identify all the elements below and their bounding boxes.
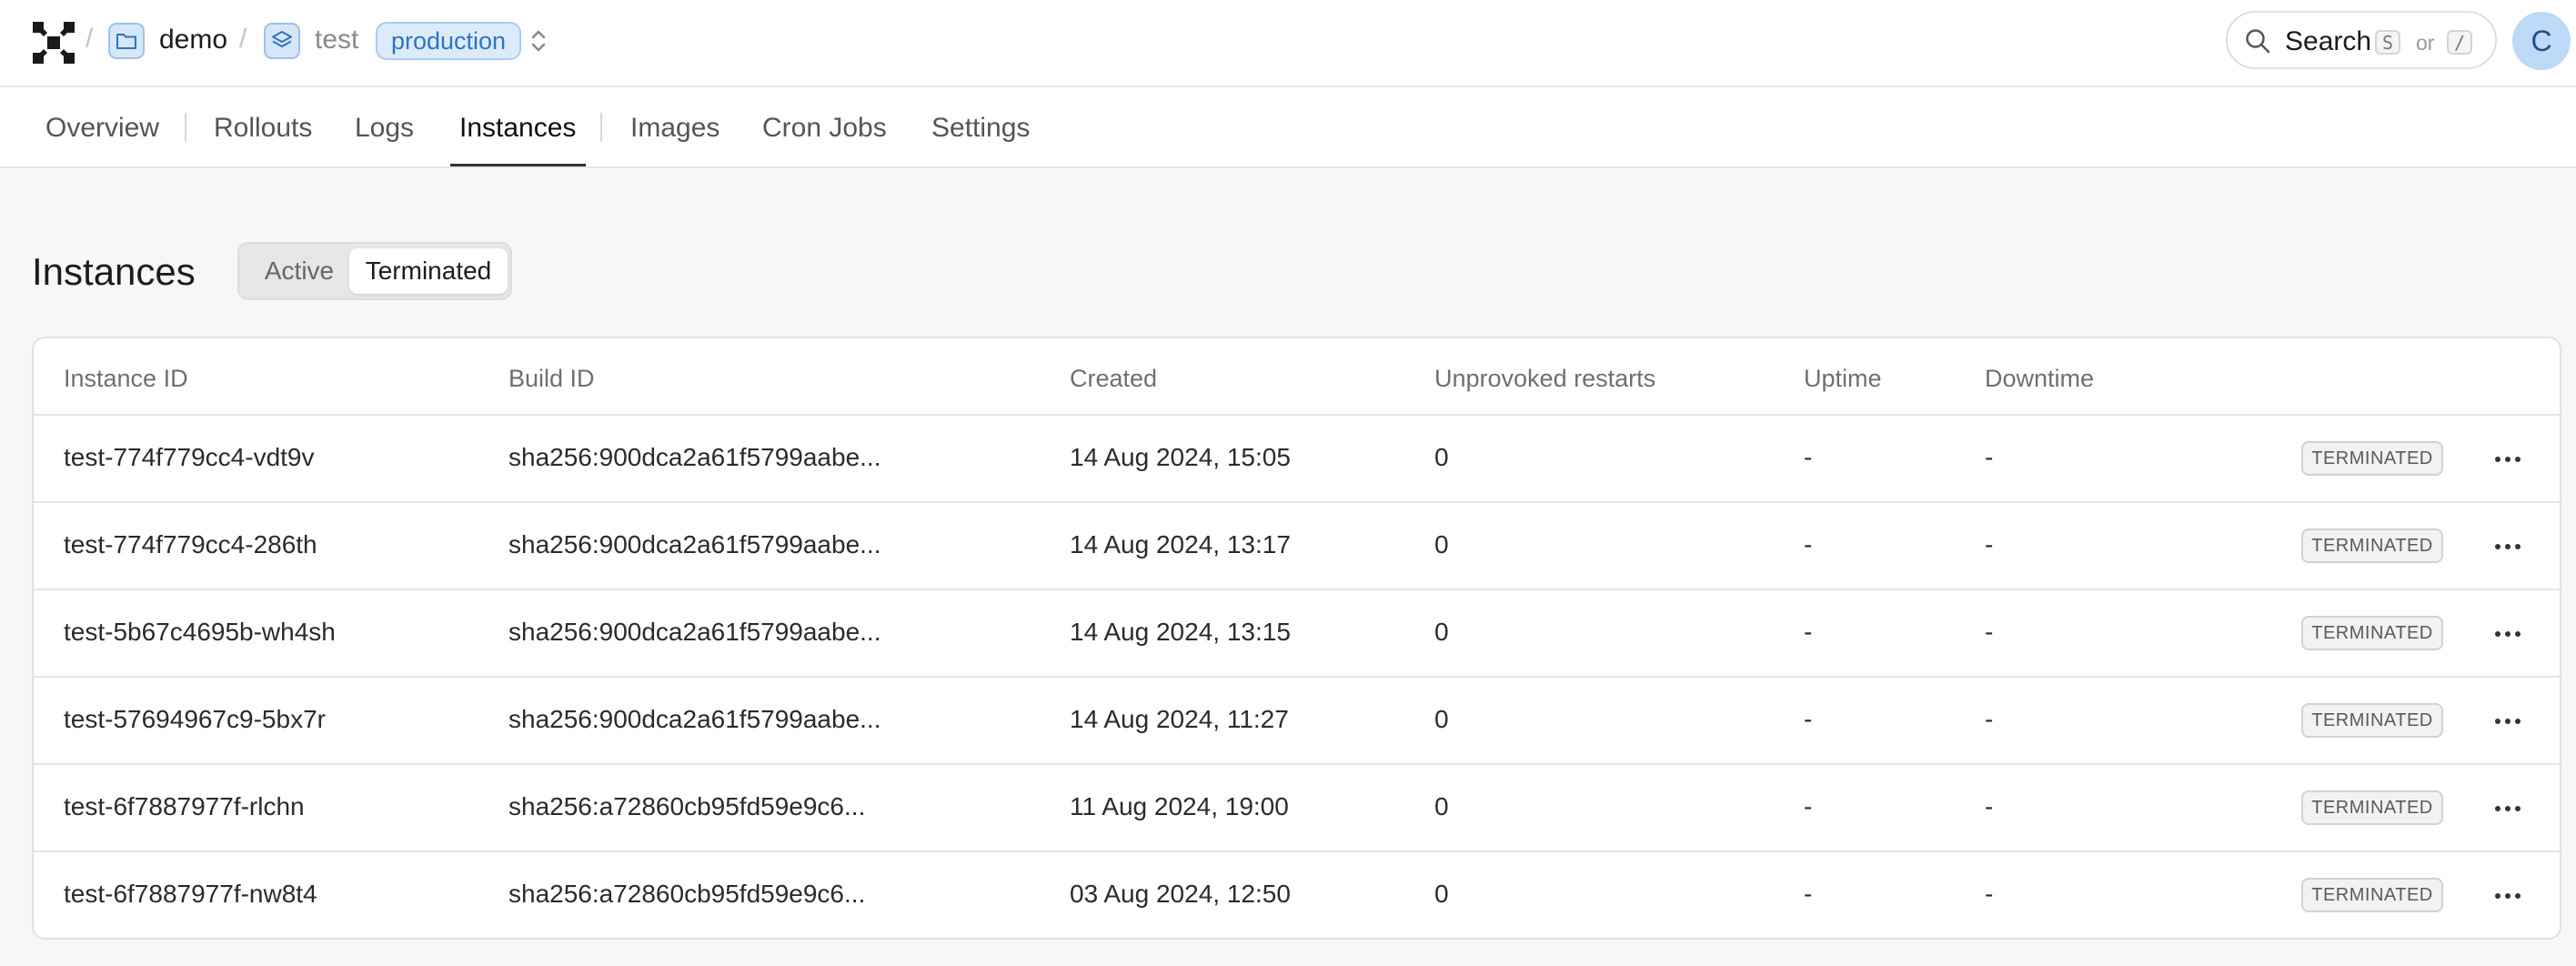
shortcut-key-s: S <box>2375 30 2401 55</box>
tab-overview[interactable]: Overview <box>45 113 159 144</box>
search-label: Search <box>2285 26 2372 56</box>
created-date: 11 Aug 2024, 19:00 <box>1070 792 1289 820</box>
status-badge: TERMINATED <box>2301 528 2443 563</box>
status-badge: TERMINATED <box>2301 790 2443 825</box>
created-date: 03 Aug 2024, 12:50 <box>1070 880 1291 908</box>
table-row[interactable]: test-6f7887977f-nw8t4 sha256:a72860cb95f… <box>34 850 2560 938</box>
page-title: Instances <box>32 250 196 293</box>
column-header-unprovoked-restarts: Unprovoked restarts <box>1434 365 1656 392</box>
unprovoked-restarts: 0 <box>1434 705 1449 733</box>
more-horizontal-icon[interactable] <box>2490 792 2526 825</box>
downtime: - <box>1985 443 1994 471</box>
tab-divider <box>185 113 186 142</box>
tab-logs[interactable]: Logs <box>355 113 414 144</box>
more-horizontal-icon[interactable] <box>2490 705 2526 738</box>
column-header-uptime: Uptime <box>1804 365 1882 392</box>
instance-id: test-774f779cc4-286th <box>64 530 317 558</box>
search-button[interactable]: Search S or / <box>2226 11 2497 69</box>
filter-active-button[interactable]: Active <box>245 248 354 294</box>
breadcrumb-separator: / <box>86 24 94 54</box>
build-id: sha256:a72860cb95fd59e9c6... <box>508 792 866 820</box>
instance-id: test-5b67c4695b-wh4sh <box>64 618 336 646</box>
column-header-created: Created <box>1070 365 1158 392</box>
breadcrumb-separator: / <box>239 24 247 54</box>
instance-id: test-774f779cc4-vdt9v <box>64 443 315 471</box>
instances-table: Instance ID Build ID Created Unprovoked … <box>32 337 2561 940</box>
unprovoked-restarts: 0 <box>1434 443 1449 471</box>
avatar[interactable]: C <box>2512 12 2571 70</box>
chevron-up-down-icon[interactable] <box>528 25 549 56</box>
uptime: - <box>1804 618 1813 646</box>
build-id: sha256:a72860cb95fd59e9c6... <box>508 880 866 908</box>
build-id: sha256:900dca2a61f5799aabe... <box>508 530 881 558</box>
top-bar: / demo / test production Search S or / C <box>0 0 2576 87</box>
uptime: - <box>1804 880 1813 908</box>
build-id: sha256:900dca2a61f5799aabe... <box>508 618 881 646</box>
downtime: - <box>1985 880 1994 908</box>
uptime: - <box>1804 705 1813 733</box>
tab-divider <box>600 113 602 142</box>
shortcut-key-slash: / <box>2447 30 2473 55</box>
downtime: - <box>1985 792 1994 820</box>
logo-icon[interactable] <box>33 22 75 64</box>
created-date: 14 Aug 2024, 13:17 <box>1070 530 1291 558</box>
table-row[interactable]: test-57694967c9-5bx7r sha256:900dca2a61f… <box>34 676 2560 763</box>
shortcut-or: or <box>2416 31 2435 55</box>
table-row[interactable]: test-6f7887977f-rlchn sha256:a72860cb95f… <box>34 763 2560 850</box>
uptime: - <box>1804 443 1813 471</box>
table-row[interactable]: test-774f779cc4-286th sha256:900dca2a61f… <box>34 501 2560 589</box>
table-row[interactable]: test-774f779cc4-vdt9v sha256:900dca2a61f… <box>34 414 2560 501</box>
created-date: 14 Aug 2024, 13:15 <box>1070 618 1291 646</box>
column-header-build-id: Build ID <box>508 365 595 392</box>
more-horizontal-icon[interactable] <box>2490 880 2526 912</box>
downtime: - <box>1985 530 1994 558</box>
unprovoked-restarts: 0 <box>1434 792 1449 820</box>
tab-bar: Overview Rollouts Logs Instances Images … <box>0 87 2576 168</box>
status-badge: TERMINATED <box>2301 441 2443 476</box>
tab-cron-jobs[interactable]: Cron Jobs <box>762 113 887 144</box>
uptime: - <box>1804 530 1813 558</box>
status-badge: TERMINATED <box>2301 703 2443 738</box>
layers-icon <box>264 23 300 59</box>
tab-instances[interactable]: Instances <box>459 113 576 144</box>
table-row[interactable]: test-5b67c4695b-wh4sh sha256:900dca2a61f… <box>34 589 2560 676</box>
downtime: - <box>1985 705 1994 733</box>
tab-settings[interactable]: Settings <box>931 113 1030 144</box>
more-horizontal-icon[interactable] <box>2490 618 2526 650</box>
environment-badge[interactable]: production <box>376 22 521 60</box>
search-icon <box>2246 29 2270 54</box>
column-header-downtime: Downtime <box>1985 365 2095 392</box>
unprovoked-restarts: 0 <box>1434 618 1449 646</box>
uptime: - <box>1804 792 1813 820</box>
breadcrumb-service[interactable]: test <box>315 25 358 55</box>
column-header-instance-id: Instance ID <box>64 365 188 392</box>
breadcrumb-project[interactable]: demo <box>159 25 227 55</box>
folder-icon <box>108 23 145 59</box>
instance-id: test-6f7887977f-nw8t4 <box>64 880 317 908</box>
filter-terminated-button[interactable]: Terminated <box>349 248 508 294</box>
instance-id: test-6f7887977f-rlchn <box>64 792 305 820</box>
status-badge: TERMINATED <box>2301 616 2443 650</box>
downtime: - <box>1985 618 1994 646</box>
instance-id: test-57694967c9-5bx7r <box>64 705 326 733</box>
more-horizontal-icon[interactable] <box>2490 443 2526 476</box>
build-id: sha256:900dca2a61f5799aabe... <box>508 443 881 471</box>
unprovoked-restarts: 0 <box>1434 530 1449 558</box>
build-id: sha256:900dca2a61f5799aabe... <box>508 705 881 733</box>
active-tab-indicator <box>450 164 586 166</box>
created-date: 14 Aug 2024, 15:05 <box>1070 443 1291 471</box>
status-badge: TERMINATED <box>2301 878 2443 912</box>
more-horizontal-icon[interactable] <box>2490 530 2526 563</box>
unprovoked-restarts: 0 <box>1434 880 1449 908</box>
created-date: 14 Aug 2024, 11:27 <box>1070 705 1289 733</box>
instance-filter-toggle: Active Terminated <box>237 242 512 300</box>
tab-images[interactable]: Images <box>630 113 719 144</box>
tab-rollouts[interactable]: Rollouts <box>214 113 312 144</box>
